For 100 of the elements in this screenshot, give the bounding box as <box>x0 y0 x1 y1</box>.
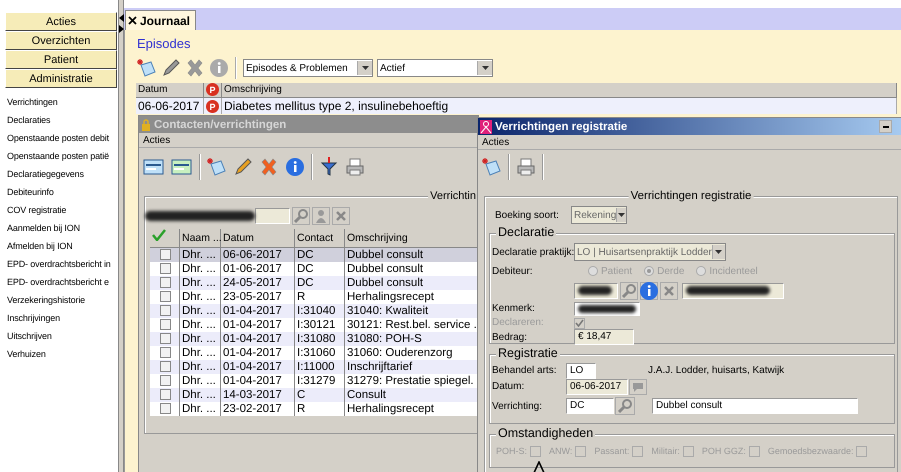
group-title: Verrichtin <box>428 190 478 202</box>
caret-icon <box>482 66 488 70</box>
tab[interactable]: Journaal <box>125 10 196 30</box>
checkbox-label: Gemoedsbezwaarde: <box>768 446 854 456</box>
checkbox[interactable] <box>160 277 171 288</box>
table-cell: R <box>295 402 345 416</box>
sidebar-item[interactable]: EPD- overdrachtsbericht in <box>7 255 118 273</box>
checkbox[interactable] <box>160 291 171 302</box>
sidebar-item[interactable]: Verzekeringshistorie <box>7 291 118 309</box>
table-cell: 14-03-2017 <box>221 388 295 402</box>
sidebar-item[interactable]: EPD- overdrachtsbericht e <box>7 273 118 291</box>
comment-button[interactable] <box>629 378 647 394</box>
radio-label: Patient <box>601 266 632 276</box>
note-icon <box>207 157 227 177</box>
column-header[interactable]: Omschrijving <box>345 229 478 248</box>
pencil-icon <box>233 157 253 177</box>
checkbox[interactable] <box>160 263 171 274</box>
table-cell: I:31060 <box>295 346 345 360</box>
person-button[interactable] <box>312 207 330 225</box>
input-field[interactable]: LO <box>566 362 596 378</box>
field-label: Bedrag: <box>492 332 528 342</box>
input-field[interactable] <box>574 283 618 299</box>
checkbox[interactable] <box>160 375 171 386</box>
dropdown[interactable]: Rekening <box>571 206 627 224</box>
section-button[interactable]: Administratie <box>5 69 117 88</box>
sidebar-item[interactable]: Uitschrijven <box>7 327 118 345</box>
field-label: Declaratie praktijk: <box>492 246 574 258</box>
sidebar-item[interactable]: Openstaande posten patië <box>7 147 118 165</box>
checkbox[interactable] <box>160 389 171 400</box>
table-cell: 01-04-2017 <box>221 360 295 374</box>
search-button[interactable] <box>292 207 310 225</box>
window-title: Contacten/verrichtingen <box>139 116 478 133</box>
input-field[interactable] <box>574 302 640 316</box>
date-field[interactable]: 06-06-2017 <box>566 378 628 394</box>
sidebar-item[interactable]: Verrichtingen <box>7 93 118 111</box>
expand-arrow-icon <box>118 25 124 33</box>
field-label: Datum: <box>492 381 526 392</box>
table-cell: Dubbel consult <box>345 276 478 290</box>
checkbox[interactable] <box>160 361 171 372</box>
dropdown[interactable]: Episodes & Problemen <box>243 59 373 77</box>
input-field[interactable] <box>255 208 290 224</box>
sidebar-item[interactable]: Debiteurinfo <box>7 183 118 201</box>
new-episode-icon <box>137 58 157 78</box>
section-button[interactable]: Patient <box>5 50 117 69</box>
section-button[interactable]: Overzichten <box>5 31 117 50</box>
sidebar-item[interactable]: Afmelden bij ION <box>7 237 118 255</box>
column-header[interactable]: Contact <box>295 229 345 248</box>
clear-button[interactable] <box>660 282 678 300</box>
column-header[interactable]: Datum <box>136 83 204 98</box>
close-icon <box>663 285 675 297</box>
table-cell: DC <box>295 248 345 262</box>
search-button[interactable] <box>620 282 638 300</box>
column-header[interactable]: P <box>204 83 222 98</box>
sidebar-item[interactable]: Aanmelden bij ION <box>7 219 118 237</box>
sidebar-item[interactable]: Declaraties <box>7 111 118 129</box>
dropdown[interactable]: LO | Huisartsenpraktijk Lodder <box>574 243 726 261</box>
checkbox-label: ANW: <box>549 446 572 456</box>
table-cell: Dubbel consult <box>345 248 478 262</box>
sidebar-item[interactable]: COV registratie <box>7 201 118 219</box>
table-cell: Dhr. ... <box>180 360 221 374</box>
checkbox[interactable] <box>160 319 171 330</box>
column-header[interactable]: Omschrijving <box>222 83 897 98</box>
table-cell: I:31279 <box>295 374 345 388</box>
section-button[interactable]: Acties <box>5 12 117 31</box>
radio-label: Derde <box>657 266 684 276</box>
column-header[interactable]: Datum <box>221 229 295 248</box>
input-field[interactable] <box>682 283 784 299</box>
collapse-arrow-icon <box>118 14 124 22</box>
minimize-button[interactable] <box>879 120 892 133</box>
doctor-name: J.A.J. Lodder, huisarts, Katwijk <box>648 365 784 376</box>
field-label: Boeking soort: <box>495 210 560 220</box>
table-cell: Dhr. ... <box>180 332 221 346</box>
checkbox[interactable] <box>160 249 171 260</box>
column-header[interactable]: Naam ... <box>180 229 221 248</box>
card-icon <box>143 157 165 177</box>
sidebar-item[interactable]: Verhuizen <box>7 345 118 363</box>
group-title: Verrichtingen registratie <box>628 190 754 202</box>
input-field[interactable]: DC <box>566 398 614 414</box>
menu-item[interactable]: Acties <box>482 135 510 149</box>
table-cell: Dhr. ... <box>180 304 221 318</box>
checkbox[interactable] <box>160 305 171 316</box>
checkbox[interactable] <box>160 403 171 414</box>
menu-item[interactable]: Acties <box>143 133 170 147</box>
info-icon <box>285 157 305 177</box>
dropdown[interactable]: Actief <box>377 59 493 77</box>
table-cell: Inschrijftarief <box>345 360 478 374</box>
clear-button[interactable] <box>332 207 350 225</box>
table-cell: P <box>204 98 222 114</box>
search-button[interactable] <box>615 397 635 415</box>
sidebar-item[interactable]: Declaratiegegevens <box>7 165 118 183</box>
info-button[interactable] <box>640 282 658 300</box>
checkbox[interactable] <box>160 333 171 344</box>
field-label: Declareren: <box>492 317 545 328</box>
sidebar-item[interactable]: Inschrijvingen <box>7 309 118 327</box>
sidebar-item[interactable]: Openstaande posten debit <box>7 129 118 147</box>
table-cell: 31040: Kwaliteit <box>345 304 478 318</box>
input-field[interactable]: € 18,47 <box>574 329 634 345</box>
checkbox[interactable] <box>160 347 171 358</box>
input-field[interactable]: Dubbel consult <box>652 398 858 414</box>
table-cell: 31080: POH-S <box>345 332 478 346</box>
